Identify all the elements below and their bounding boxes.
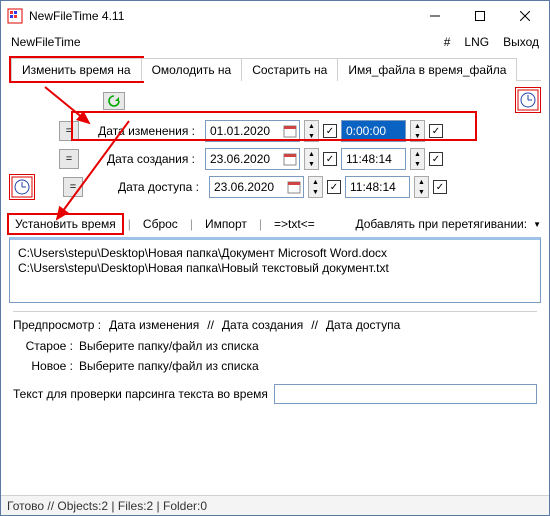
cmd-import[interactable]: Импорт <box>199 215 253 233</box>
tabs: Изменить время на Омолодить на Состарить… <box>9 57 541 81</box>
chk-modified-time[interactable]: ✓ <box>429 124 443 138</box>
date-accessed-spinner[interactable]: ▲▼ <box>308 176 323 198</box>
tab-filename[interactable]: Имя_файла в время_файла <box>337 58 517 81</box>
cmd-set-time[interactable]: Установить время <box>9 215 122 233</box>
file-list[interactable]: C:\Users\stepu\Desktop\Новая папка\Докум… <box>9 237 541 303</box>
maximize-button[interactable] <box>457 2 502 30</box>
cmd-reset[interactable]: Сброс <box>137 215 184 233</box>
menubar: NewFileTime # LNG Выход <box>1 31 549 53</box>
parse-input[interactable] <box>274 384 537 404</box>
time-modified-spinner[interactable]: ▲▼ <box>410 120 425 142</box>
clock-button-top[interactable] <box>515 87 541 113</box>
new-label: Новое : <box>13 359 73 373</box>
time-created-spinner[interactable]: ▲▼ <box>410 148 425 170</box>
tab-change-time[interactable]: Изменить время на <box>11 58 142 81</box>
menu-app[interactable]: NewFileTime <box>11 35 81 49</box>
chk-created-time[interactable]: ✓ <box>429 152 443 166</box>
old-label: Старое : <box>13 339 73 353</box>
parse-label: Текст для проверки парсинга текста во вр… <box>13 387 268 401</box>
label-accessed: Дата доступа : <box>87 180 205 194</box>
old-value: Выберите папку/файл из списка <box>79 339 259 353</box>
col-accessed: Дата доступа <box>326 318 400 332</box>
label-created: Дата создания : <box>83 152 201 166</box>
tab-younger[interactable]: Омолодить на <box>141 58 243 81</box>
cmd-txt[interactable]: =>txt<= <box>268 215 321 233</box>
eq-modified[interactable]: = <box>59 121 79 141</box>
status-text: Готово // Objects:2 | Files:2 | Folder:0 <box>7 499 207 513</box>
label-modified: Дата изменения : <box>83 124 201 138</box>
menu-exit[interactable]: Выход <box>503 35 539 49</box>
eq-accessed[interactable]: = <box>63 177 83 197</box>
chk-accessed-date[interactable]: ✓ <box>327 180 341 194</box>
file-row[interactable]: C:\Users\stepu\Desktop\Новая папка\Новый… <box>18 261 532 276</box>
commands-bar: Установить время | Сброс | Импорт | =>tx… <box>9 215 541 233</box>
menu-lng[interactable]: LNG <box>464 35 489 49</box>
date-created[interactable]: 23.06.2020 <box>205 148 300 170</box>
chk-created-date[interactable]: ✓ <box>323 152 337 166</box>
time-accessed-spinner[interactable]: ▲▼ <box>414 176 429 198</box>
clock-button-bottom[interactable] <box>9 174 35 200</box>
chk-modified-date[interactable]: ✓ <box>323 124 337 138</box>
menu-hash[interactable]: # <box>444 35 451 49</box>
app-icon <box>7 8 23 24</box>
chevron-down-icon[interactable]: ▼ <box>533 220 541 229</box>
statusbar: Готово // Objects:2 | Files:2 | Folder:0 <box>1 495 549 515</box>
calendar-icon[interactable] <box>283 124 297 138</box>
eq-created[interactable]: = <box>59 149 79 169</box>
date-modified-spinner[interactable]: ▲▼ <box>304 120 319 142</box>
date-created-spinner[interactable]: ▲▼ <box>304 148 319 170</box>
chk-accessed-time[interactable]: ✓ <box>433 180 447 194</box>
preview-header: Предпросмотр : Дата изменения // Дата со… <box>13 311 537 332</box>
calendar-icon[interactable] <box>287 180 301 194</box>
cmd-add-drag[interactable]: Добавлять при перетягивании: <box>356 217 528 231</box>
titlebar: NewFileTime 4.11 <box>1 1 549 31</box>
preview-title: Предпросмотр : <box>13 318 101 332</box>
parse-row: Текст для проверки парсинга текста во вр… <box>13 384 537 404</box>
close-button[interactable] <box>502 2 547 30</box>
date-modified[interactable]: 01.01.2020 <box>205 120 300 142</box>
window-title: NewFileTime 4.11 <box>29 9 412 23</box>
file-row[interactable]: C:\Users\stepu\Desktop\Новая папка\Докум… <box>18 246 532 261</box>
col-created: Дата создания <box>222 318 303 332</box>
time-accessed[interactable]: 11:48:14 <box>345 176 410 198</box>
new-value: Выберите папку/файл из списка <box>79 359 259 373</box>
time-modified[interactable]: 0:00:00 <box>341 120 406 142</box>
time-created[interactable]: 11:48:14 <box>341 148 406 170</box>
minimize-button[interactable] <box>412 2 457 30</box>
app-window: NewFileTime 4.11 NewFileTime # LNG Выход… <box>0 0 550 516</box>
date-accessed[interactable]: 23.06.2020 <box>209 176 304 198</box>
time-panel: = Дата изменения : 01.01.2020 ▲▼ ✓ 0:00:… <box>9 87 541 201</box>
calendar-icon[interactable] <box>283 152 297 166</box>
tab-older[interactable]: Состарить на <box>241 58 338 81</box>
col-modified: Дата изменения <box>109 318 199 332</box>
refresh-button[interactable] <box>103 92 125 110</box>
preview-rows: Старое : Выберите папку/файл из списка Но… <box>13 336 537 376</box>
